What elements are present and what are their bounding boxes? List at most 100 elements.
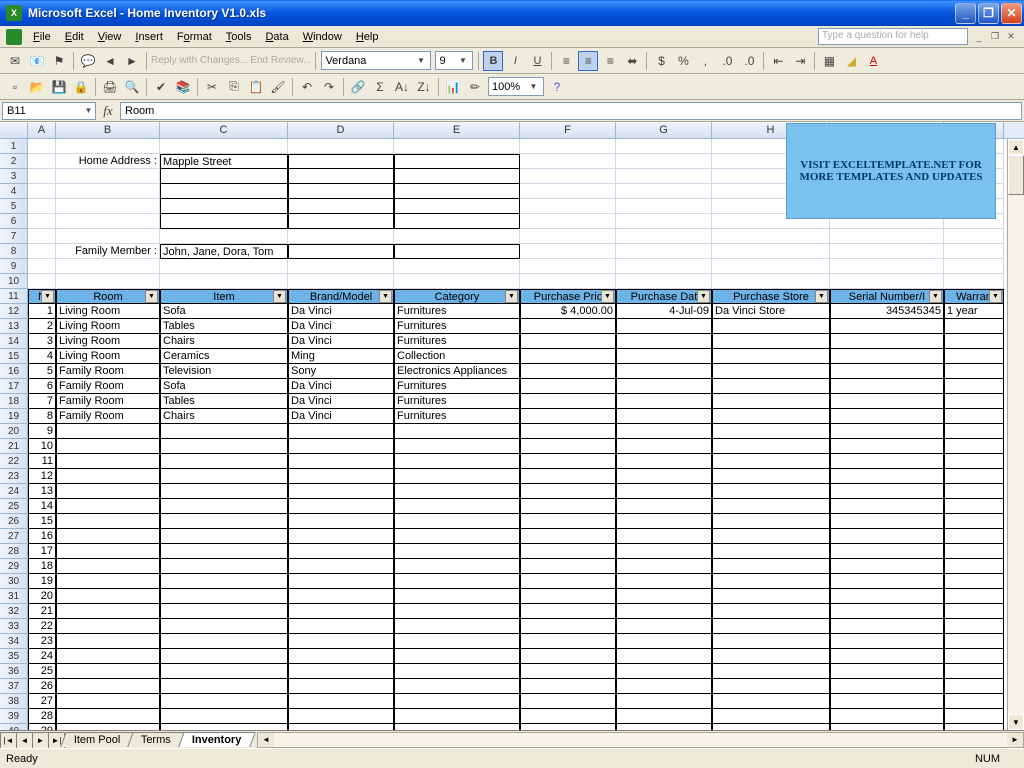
cell[interactable] [616, 139, 712, 154]
cell-item[interactable]: Chairs [160, 409, 288, 424]
cell[interactable] [160, 559, 288, 574]
cell-price[interactable] [520, 319, 616, 334]
row-header[interactable]: 19 [0, 409, 28, 424]
row-header[interactable]: 29 [0, 559, 28, 574]
cell[interactable] [830, 709, 944, 724]
cell-brand[interactable]: Da Vinci [288, 304, 394, 319]
cell[interactable] [520, 214, 616, 229]
row-header[interactable]: 6 [0, 214, 28, 229]
scroll-track[interactable] [1008, 195, 1024, 714]
row-header[interactable]: 7 [0, 229, 28, 244]
cell-price[interactable] [520, 349, 616, 364]
cell[interactable] [394, 469, 520, 484]
cell[interactable] [520, 709, 616, 724]
cell[interactable] [830, 454, 944, 469]
row-header[interactable]: 22 [0, 454, 28, 469]
cell[interactable] [944, 244, 1004, 259]
cell[interactable] [28, 244, 56, 259]
cell[interactable] [616, 184, 712, 199]
scroll-left-button[interactable]: ◄ [258, 733, 274, 747]
cell[interactable] [288, 439, 394, 454]
cell[interactable] [394, 169, 520, 184]
align-center-button[interactable]: ≡ [578, 51, 598, 71]
cell[interactable] [160, 169, 288, 184]
cell[interactable] [56, 229, 160, 244]
cell[interactable] [160, 469, 288, 484]
fontsize-combo[interactable]: 9▼ [435, 51, 473, 70]
cell[interactable] [56, 724, 160, 730]
cell[interactable] [288, 589, 394, 604]
cell[interactable] [944, 604, 1004, 619]
cell-price[interactable] [520, 409, 616, 424]
cell[interactable] [616, 484, 712, 499]
cell[interactable] [616, 454, 712, 469]
cell-no[interactable]: 6 [28, 379, 56, 394]
cell[interactable] [520, 439, 616, 454]
cell[interactable] [712, 439, 830, 454]
cell-serial[interactable]: 345345345 [830, 304, 944, 319]
cell[interactable] [616, 199, 712, 214]
cell[interactable] [712, 244, 830, 259]
row-header[interactable]: 1 [0, 139, 28, 154]
filter-dropdown-icon[interactable]: ▼ [929, 290, 942, 303]
cell[interactable] [56, 214, 160, 229]
cell-brand[interactable]: Da Vinci [288, 319, 394, 334]
row-header[interactable]: 2 [0, 154, 28, 169]
cell-serial[interactable] [830, 379, 944, 394]
cell[interactable] [712, 649, 830, 664]
cell[interactable] [394, 694, 520, 709]
cell-item[interactable]: Television [160, 364, 288, 379]
cell-no[interactable]: 4 [28, 349, 56, 364]
cell-warranty[interactable] [944, 349, 1004, 364]
merge-center-button[interactable]: ⬌ [622, 51, 642, 71]
cell-item[interactable]: Tables [160, 394, 288, 409]
cell[interactable] [56, 679, 160, 694]
zoom-combo[interactable]: 100%▼ [488, 77, 544, 96]
cell-warranty[interactable] [944, 319, 1004, 334]
cell[interactable] [28, 169, 56, 184]
cell-room[interactable]: Living Room [56, 319, 160, 334]
cell[interactable] [944, 724, 1004, 730]
cell[interactable] [520, 424, 616, 439]
cell[interactable] [288, 664, 394, 679]
scroll-thumb[interactable] [1008, 155, 1024, 195]
mail-icon[interactable]: 📧 [27, 51, 47, 71]
cell[interactable] [160, 454, 288, 469]
cell[interactable] [712, 229, 830, 244]
cell[interactable] [944, 589, 1004, 604]
cell[interactable] [616, 529, 712, 544]
cell[interactable] [394, 634, 520, 649]
cell[interactable] [616, 694, 712, 709]
cell[interactable] [288, 484, 394, 499]
autosum-button[interactable]: Σ [370, 77, 390, 97]
col-header-c[interactable]: C [160, 122, 288, 138]
cell[interactable] [944, 649, 1004, 664]
cell[interactable] [616, 244, 712, 259]
cell[interactable] [160, 694, 288, 709]
cell[interactable] [712, 724, 830, 730]
cell[interactable] [56, 439, 160, 454]
cell[interactable] [288, 679, 394, 694]
cell-serial[interactable] [830, 364, 944, 379]
cell-no[interactable]: 11 [28, 454, 56, 469]
cell[interactable] [394, 199, 520, 214]
cell[interactable] [520, 589, 616, 604]
cell-category[interactable]: Furnitures [394, 379, 520, 394]
cell[interactable] [616, 679, 712, 694]
cell[interactable] [288, 619, 394, 634]
cell[interactable] [520, 664, 616, 679]
cell[interactable] [616, 154, 712, 169]
cell[interactable] [288, 529, 394, 544]
cell[interactable] [394, 439, 520, 454]
row-header[interactable]: 17 [0, 379, 28, 394]
increase-indent-button[interactable]: ⇥ [790, 51, 810, 71]
sort-desc-button[interactable]: Z↓ [414, 77, 434, 97]
row-header[interactable]: 21 [0, 439, 28, 454]
cell[interactable] [944, 634, 1004, 649]
cell-serial[interactable] [830, 334, 944, 349]
menu-format[interactable]: Format [170, 29, 219, 45]
copy-button[interactable]: ⎘ [224, 77, 244, 97]
paste-button[interactable]: 📋 [246, 77, 266, 97]
cell-store[interactable] [712, 334, 830, 349]
cell-date[interactable] [616, 349, 712, 364]
